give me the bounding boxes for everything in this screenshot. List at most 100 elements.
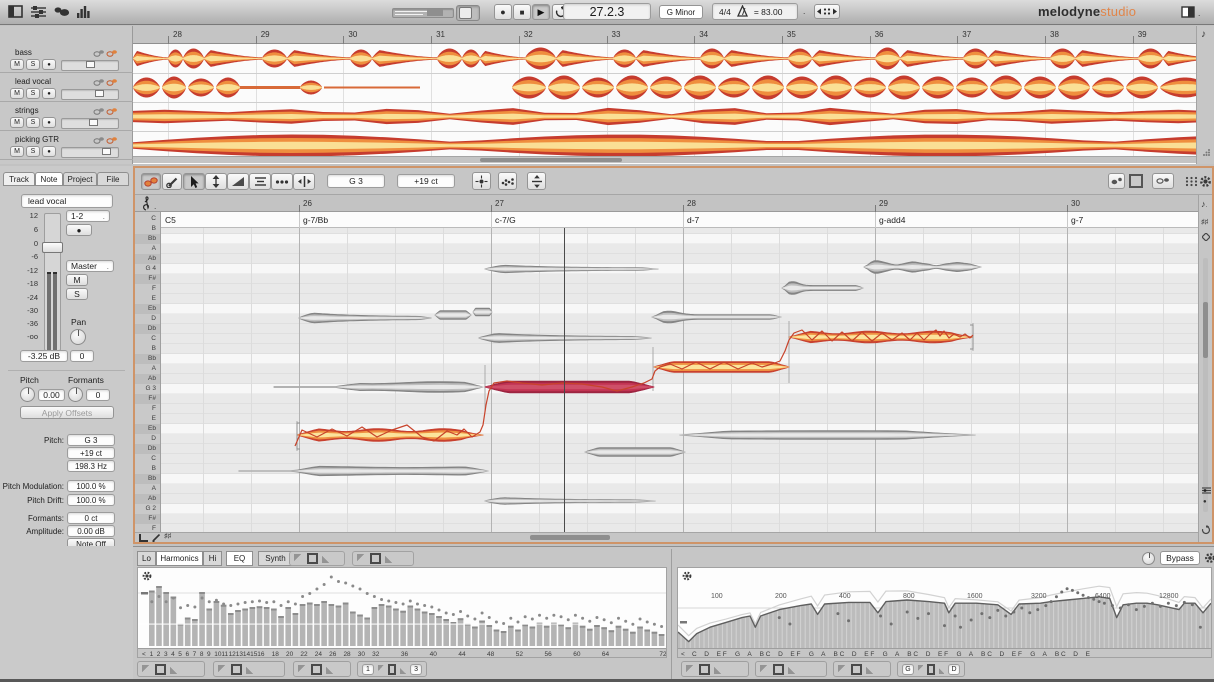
chord-label[interactable]: d-7	[687, 215, 699, 225]
control-selected-frame[interactable]	[311, 663, 322, 675]
chord-label[interactable]: g-7	[1071, 215, 1083, 225]
edit-scale-icon[interactable]	[152, 534, 161, 542]
harmonic-target-dot[interactable]	[494, 620, 498, 624]
autoscroll-button[interactable]	[814, 4, 840, 19]
show-blobs-button[interactable]	[141, 173, 161, 190]
marker-tag-icon[interactable]	[1202, 233, 1210, 241]
harmonic-target-dot[interactable]	[200, 596, 204, 600]
control-glyph[interactable]	[760, 664, 769, 674]
eq-display[interactable]: < C D E F G A B C D E F G A B C D E F G A B C D E F G A B C D E F G A B C D E …	[677, 567, 1212, 658]
harmonic-target-dot[interactable]	[372, 595, 376, 598]
harmonic-bar[interactable]	[579, 625, 586, 646]
param-value[interactable]: +19 ct	[67, 447, 115, 459]
formant-macro-button[interactable]	[527, 172, 546, 190]
control-glyph[interactable]	[400, 664, 407, 674]
control-glyph[interactable]	[918, 664, 924, 674]
harmonic-target-dot[interactable]	[523, 615, 527, 619]
harmonic-target-dot[interactable]	[660, 625, 664, 628]
harmonic-target-dot[interactable]	[466, 614, 470, 618]
mute-button[interactable]: M	[66, 274, 88, 286]
formants-macro-knob[interactable]	[68, 387, 83, 402]
harmonic-bar[interactable]	[622, 628, 629, 646]
control-glyph[interactable]	[838, 664, 847, 674]
spectrum-icon[interactable]	[76, 5, 91, 18]
harmonic-target-dot[interactable]	[487, 616, 491, 619]
eq-spectrum-dot[interactable]	[1060, 590, 1064, 594]
track-record-button[interactable]: ●	[66, 224, 92, 236]
harmonic-bar[interactable]	[472, 626, 478, 647]
eq-spectrum-dot[interactable]	[1036, 608, 1040, 612]
harmonic-target-dot[interactable]	[308, 592, 312, 595]
control-selected-frame[interactable]	[773, 663, 784, 675]
selected-mode-frame[interactable]	[370, 553, 381, 564]
harmonic-bar[interactable]	[443, 619, 449, 646]
harmonic-target-dot[interactable]	[408, 599, 412, 603]
harmonic-target-dot[interactable]	[286, 600, 290, 604]
tab-hi[interactable]: Hi	[203, 551, 222, 566]
param-value[interactable]: 0 ct	[67, 512, 115, 524]
clef-options[interactable]: .	[154, 201, 156, 211]
editor-vscroll-handle[interactable]	[1203, 302, 1208, 358]
formant-tool-button[interactable]	[249, 173, 271, 190]
timeline-ruler[interactable]: 28 29 30 31 32 33 34 35 36 37 38 39	[133, 26, 1214, 44]
control-selected-frame[interactable]	[231, 663, 242, 675]
harmonic-bar[interactable]	[407, 605, 414, 647]
monitor-volume-slider[interactable]	[392, 8, 454, 18]
pitch-macro-knob[interactable]	[20, 387, 35, 402]
harmonic-bar[interactable]	[235, 610, 241, 646]
harmonic-target-dot[interactable]	[617, 616, 620, 620]
harmonic-bar[interactable]	[242, 608, 248, 647]
harmonic-bar[interactable]	[278, 616, 284, 646]
param-value[interactable]: 0.00 dB	[67, 525, 115, 537]
edit-algorithm-button[interactable]	[162, 173, 182, 190]
harmonic-bar[interactable]	[558, 624, 564, 646]
harmonic-target-dot[interactable]	[516, 620, 520, 624]
harmonic-bar[interactable]	[464, 623, 471, 647]
eq-spectrum-dot[interactable]	[788, 622, 792, 626]
pitch-modulation-macro-button[interactable]	[472, 172, 491, 190]
harmonic-bar[interactable]	[206, 608, 213, 647]
eq-spectrum-dot[interactable]	[1070, 588, 1074, 592]
mode-glyph[interactable]	[357, 554, 366, 563]
blob-view-icon[interactable]	[54, 6, 70, 17]
pitch-ruler[interactable]: C B Bb A Ab G 4 F# F E Eb D Db C B Bb A Ab G 3 F# F E Eb D Db C B…	[135, 212, 161, 532]
volume-fader-handle[interactable]	[42, 242, 63, 253]
harmonic-target-dot[interactable]	[315, 587, 319, 591]
eq-spectrum-dot[interactable]	[1076, 591, 1080, 595]
harmonic-target-dot[interactable]	[171, 596, 175, 600]
harmonic-bar[interactable]	[227, 613, 234, 646]
pitch-tool-button[interactable]	[205, 173, 227, 190]
harmonic-bar[interactable]	[637, 626, 643, 647]
harmonic-target-dot[interactable]	[150, 600, 154, 604]
track-mute-button[interactable]: M	[10, 117, 24, 128]
eq-spectrum-dot[interactable]	[1097, 600, 1101, 604]
harmonic-target-dot[interactable]	[157, 595, 161, 598]
control-glyph[interactable]	[298, 664, 307, 674]
tab-synth[interactable]: Synth	[258, 551, 293, 566]
control-selected-frame[interactable]	[851, 663, 862, 675]
track-mute-button[interactable]: M	[10, 88, 24, 99]
eq-spectrum-dot[interactable]	[1012, 610, 1016, 614]
eq-spectrum-dot[interactable]	[1198, 625, 1202, 629]
control-selected-frame[interactable]	[927, 663, 935, 675]
harmonic-bar[interactable]	[529, 626, 536, 647]
harmonic-target-dot[interactable]	[250, 600, 254, 604]
harmonic-target-dot[interactable]	[566, 618, 570, 622]
timeline-rows[interactable]	[133, 44, 1214, 160]
chord-label[interactable]: c-7/G	[495, 215, 516, 225]
pan-value-box[interactable]: 0	[70, 350, 94, 362]
harmonic-target-dot[interactable]	[193, 605, 197, 609]
note-separation-tool-button[interactable]	[293, 173, 315, 190]
track-header[interactable]: lead vocal M S ●	[0, 73, 133, 102]
eq-control-group[interactable]	[681, 661, 749, 677]
eq-spectrum-dot[interactable]	[1174, 604, 1178, 608]
editor-hscroll-handle[interactable]	[530, 535, 610, 540]
harmonics-display[interactable]: <1 2 3 4 5 6 7 8 9 10 11 12 13 14 15 16 18 20 22 24 26 28 30 32…	[137, 567, 667, 658]
harmonic-target-dot[interactable]	[652, 622, 656, 626]
harmonic-bar[interactable]	[314, 604, 320, 646]
spinner-max[interactable]: 3	[410, 663, 423, 675]
harmonic-bar[interactable]	[184, 617, 191, 647]
eq-spectrum-dot[interactable]	[1081, 593, 1085, 597]
harmonic-target-dot[interactable]	[602, 618, 606, 622]
eq-spectrum-dot[interactable]	[836, 612, 840, 616]
